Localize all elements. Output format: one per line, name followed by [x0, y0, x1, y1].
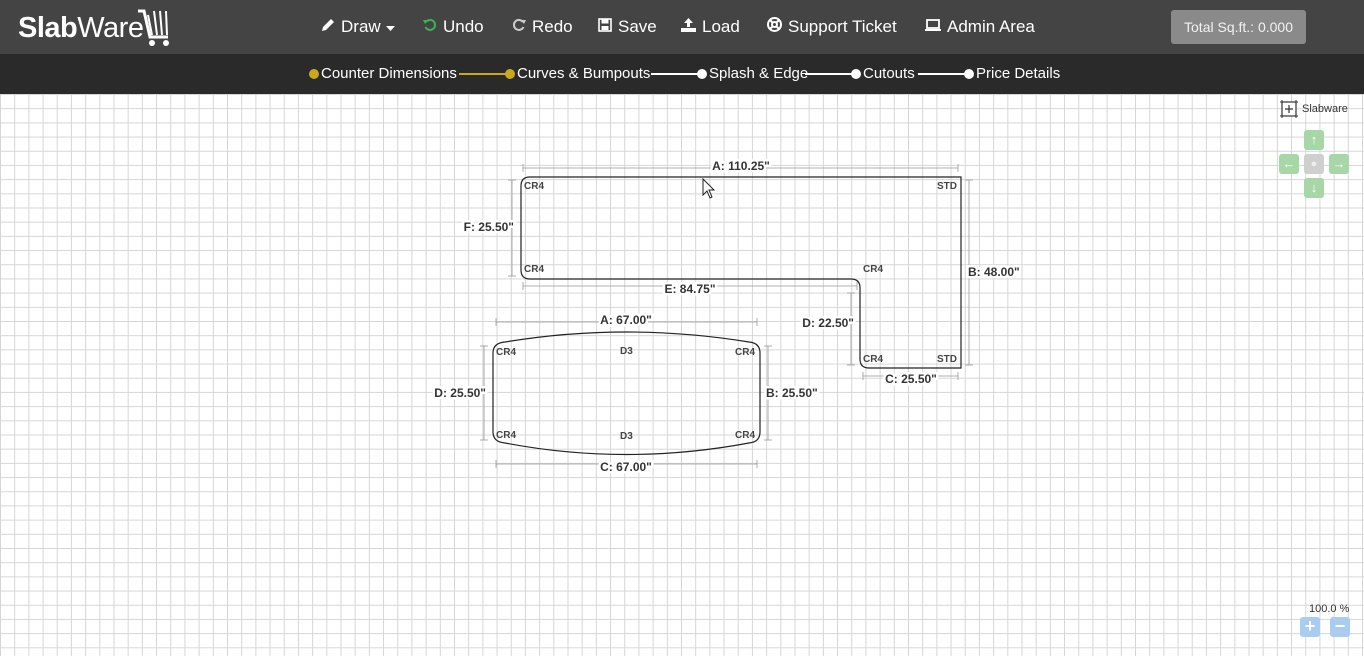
- save-button[interactable]: Save: [598, 0, 657, 54]
- zoom-out-button[interactable]: −: [1330, 617, 1350, 637]
- upload-icon: [681, 0, 696, 54]
- draw-label: Draw: [341, 17, 381, 36]
- app-logo[interactable]: SlabWare: [18, 8, 169, 48]
- step-dot-splash-edge: [697, 69, 707, 79]
- laptop-icon: [925, 0, 941, 54]
- undo-button[interactable]: Undo: [423, 0, 484, 54]
- step-splash-edge[interactable]: Splash & Edge: [709, 54, 808, 94]
- total-sqft-badge: Total Sq.ft.: 0.000: [1171, 10, 1306, 44]
- step-connector: [651, 73, 699, 75]
- pan-center-button[interactable]: ●: [1304, 154, 1324, 174]
- step-dot-cutouts: [851, 69, 861, 79]
- admin-area-button[interactable]: Admin Area: [925, 0, 1035, 54]
- redo-button[interactable]: Redo: [512, 0, 573, 54]
- caret-down-icon: [385, 0, 395, 54]
- step-price-details[interactable]: Price Details: [976, 54, 1060, 94]
- lifebuoy-icon: [767, 0, 782, 54]
- load-label: Load: [702, 17, 740, 36]
- step-dot-price-details: [964, 69, 974, 79]
- step-dot-counter-dimensions: [309, 69, 319, 79]
- pencil-icon: [321, 0, 335, 54]
- step-connector: [459, 73, 507, 75]
- save-label: Save: [618, 17, 657, 36]
- pan-right-button[interactable]: →: [1329, 154, 1349, 174]
- zoom-in-button[interactable]: +: [1300, 617, 1320, 637]
- step-connector: [918, 73, 966, 75]
- draw-menu[interactable]: Draw: [321, 0, 395, 54]
- pan-up-button[interactable]: ↑: [1304, 130, 1324, 150]
- zoom-level: 100.0 %: [1309, 603, 1350, 615]
- step-dot-curves-bumpouts: [505, 69, 515, 79]
- redo-label: Redo: [532, 17, 573, 36]
- logo-text-bold: Slab: [18, 12, 78, 44]
- step-connector: [805, 73, 853, 75]
- floppy-disk-icon: [598, 0, 612, 54]
- logo-text-light: Ware: [77, 12, 144, 44]
- fit-view-icon[interactable]: [1280, 100, 1298, 118]
- undo-label: Undo: [443, 17, 484, 36]
- admin-label: Admin Area: [947, 17, 1035, 36]
- support-label: Support Ticket: [788, 17, 897, 36]
- drawing-canvas[interactable]: [0, 94, 1364, 656]
- pan-left-button[interactable]: ←: [1279, 154, 1299, 174]
- undo-icon: [423, 0, 437, 54]
- step-curves-bumpouts[interactable]: Curves & Bumpouts: [517, 54, 650, 94]
- step-cutouts[interactable]: Cutouts: [863, 54, 915, 94]
- redo-icon: [512, 0, 526, 54]
- compass-label: Slabware: [1302, 103, 1348, 115]
- cart-logo-icon: [138, 9, 169, 46]
- step-counter-dimensions[interactable]: Counter Dimensions: [321, 54, 457, 94]
- pan-down-button[interactable]: ↓: [1304, 178, 1324, 198]
- support-ticket-button[interactable]: Support Ticket: [767, 0, 897, 54]
- load-button[interactable]: Load: [681, 0, 740, 54]
